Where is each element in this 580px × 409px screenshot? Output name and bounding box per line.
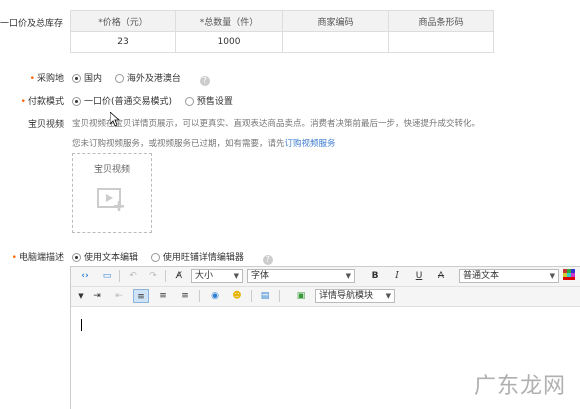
align-left-icon[interactable]: ≡ xyxy=(133,289,149,303)
align-right-icon[interactable]: ≡ xyxy=(177,289,193,303)
price-header: *价格（元） xyxy=(70,10,176,32)
barcode-header: 商品条形码 xyxy=(388,10,494,32)
purchase-place-label: • 采购地 xyxy=(29,74,64,84)
dropdown-arrow-icon[interactable]: ▼ xyxy=(73,289,89,303)
preview-icon[interactable]: ▭ xyxy=(99,269,115,283)
quantity-cell[interactable]: 1000 xyxy=(175,31,283,53)
clear-format-icon[interactable]: A̸ xyxy=(171,269,187,283)
detail-nav-module-select[interactable]: 详情导航模块 ▼ xyxy=(315,289,395,303)
text-editor-option[interactable]: 使用文本编辑 xyxy=(72,253,138,263)
link-icon[interactable]: ◉ xyxy=(207,289,223,303)
help-icon[interactable]: ? xyxy=(262,255,273,265)
watermark-logo: 广东龙网 xyxy=(473,374,566,399)
purchase-domestic-option[interactable]: 国内 xyxy=(72,74,102,84)
radio-icon[interactable] xyxy=(114,74,124,83)
video-description: 宝贝视频在宝贝详情页展示，可以更真实、直观表达商品卖点。消费者决策前最后一步，快… xyxy=(72,119,481,129)
radio-icon[interactable] xyxy=(150,253,160,262)
editor-toolbar-row-2: ▼ ⇥ ⇤ ≡ ≡ ≡ ◉ ☻ ▤ ▣ 详情导航模块 ▼ xyxy=(71,287,580,307)
purchase-place-options: 国内 海外及港澳台 ? xyxy=(72,71,210,86)
pc-desc-options: 使用文本编辑 使用旺铺详情编辑器 ? xyxy=(72,250,273,265)
radio-selected-icon[interactable] xyxy=(72,253,81,262)
payment-mode-label: • 付款模式 xyxy=(20,97,64,107)
undo-icon[interactable]: ↶ xyxy=(125,269,141,283)
font-family-select[interactable]: 字体 ▼ xyxy=(247,269,355,283)
video-notice: 您未订购视频服务，或视频服务已过期，如有需要，请先订购视频服务 xyxy=(72,139,336,149)
price-cell[interactable]: 23 xyxy=(70,31,176,53)
sku-header-row: *价格（元） *总数量（件） 商家编码 商品条形码 xyxy=(70,10,494,32)
table-icon[interactable]: ▤ xyxy=(257,289,273,303)
emoticon-icon[interactable]: ☻ xyxy=(229,289,245,303)
barcode-cell[interactable] xyxy=(388,31,494,53)
underline-button[interactable]: U xyxy=(411,269,427,283)
indent-icon[interactable]: ⇥ xyxy=(89,289,105,303)
source-code-icon[interactable]: ‹› xyxy=(77,269,93,283)
radio-selected-icon[interactable] xyxy=(72,97,81,106)
paragraph-format-select[interactable]: 普通文本 ▼ xyxy=(459,269,559,283)
merchant-code-cell[interactable] xyxy=(282,31,389,53)
video-upload-box[interactable]: 宝贝视频 xyxy=(72,153,152,233)
payment-presale-option[interactable]: 预售设置 xyxy=(184,97,233,107)
merchant-code-header: 商家编码 xyxy=(282,10,389,32)
price-stock-label: 一口价及总库存 xyxy=(0,19,64,29)
align-center-icon[interactable]: ≡ xyxy=(155,289,171,303)
color-palette-icon[interactable] xyxy=(561,269,577,283)
purchase-overseas-option[interactable]: 海外及港澳台 xyxy=(114,74,181,84)
video-label: 宝贝视频 xyxy=(27,120,64,130)
chevron-down-icon: ▼ xyxy=(549,272,555,280)
font-size-select[interactable]: 大小 ▼ xyxy=(191,269,243,283)
italic-button[interactable]: I xyxy=(389,269,405,283)
help-icon[interactable]: ? xyxy=(199,76,210,86)
editor-toolbar-row-1: ‹› ▭ ↶ ↷ A̸ 大小 ▼ 字体 ▼ B I U A 普通文本 ▼ xyxy=(71,267,580,287)
payment-fixed-price-option[interactable]: 一口价(普通交易模式) xyxy=(72,97,172,107)
video-box-title: 宝贝视频 xyxy=(93,165,130,175)
radio-icon[interactable] xyxy=(184,97,194,106)
mouse-cursor-icon xyxy=(110,112,120,127)
outdent-icon[interactable]: ⇤ xyxy=(111,289,127,303)
chevron-down-icon: ▼ xyxy=(233,272,239,280)
radio-selected-icon[interactable] xyxy=(72,74,81,83)
pc-desc-label: • 电脑端描述 xyxy=(11,253,64,263)
image-icon[interactable]: ▣ xyxy=(293,289,309,303)
shop-editor-option[interactable]: 使用旺铺详情编辑器 xyxy=(150,253,244,263)
payment-mode-options: 一口价(普通交易模式) 预售设置 xyxy=(72,94,243,107)
chevron-down-icon: ▼ xyxy=(385,292,391,300)
strikethrough-button[interactable]: A xyxy=(433,269,449,283)
redo-icon[interactable]: ↷ xyxy=(145,269,161,283)
sku-value-row: 23 1000 xyxy=(70,31,494,53)
chevron-down-icon: ▼ xyxy=(345,272,351,280)
sku-table: *价格（元） *总数量（件） 商家编码 商品条形码 23 1000 xyxy=(70,10,494,53)
add-video-icon xyxy=(97,188,124,211)
order-video-link[interactable]: 订购视频服务 xyxy=(285,139,336,149)
bold-button[interactable]: B xyxy=(367,269,383,283)
quantity-header: *总数量（件） xyxy=(175,10,283,32)
